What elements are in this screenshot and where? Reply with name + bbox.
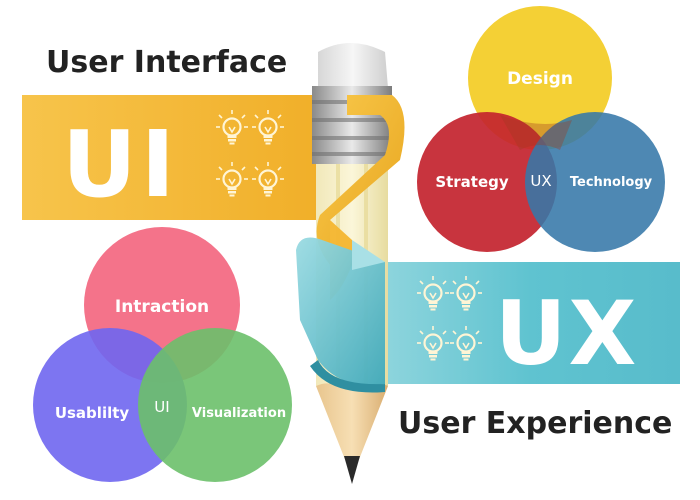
- ux-label-strategy: Strategy: [435, 173, 509, 191]
- infographic: UI UX User Interface User Experience Des…: [0, 0, 700, 500]
- ui-label-visualization: Visualization: [192, 406, 286, 421]
- ui-banner: UI: [22, 95, 347, 220]
- ux-label-design: Design: [507, 69, 573, 89]
- ui-label-usablilty: Usablilty: [55, 404, 130, 422]
- ui-heading: User Interface: [46, 45, 287, 80]
- ui-ux-illustration: UI UX User Interface User Experience Des…: [22, 6, 680, 484]
- blue-ribbon: [296, 237, 385, 393]
- ux-banner-text: UX: [495, 282, 638, 385]
- ux-venn-diagram: Design Strategy Technology UX: [417, 6, 665, 252]
- ui-center-label: UI: [154, 398, 169, 416]
- ux-banner: UX: [380, 262, 680, 385]
- ui-venn-diagram: Intraction Usablilty Visualization UI: [33, 227, 292, 482]
- ui-label-intraction: Intraction: [115, 297, 209, 317]
- ux-heading: User Experience: [398, 406, 672, 441]
- ui-banner-text: UI: [62, 111, 179, 218]
- ux-center-label: UX: [530, 172, 551, 190]
- ux-label-technology: Technology: [570, 175, 653, 190]
